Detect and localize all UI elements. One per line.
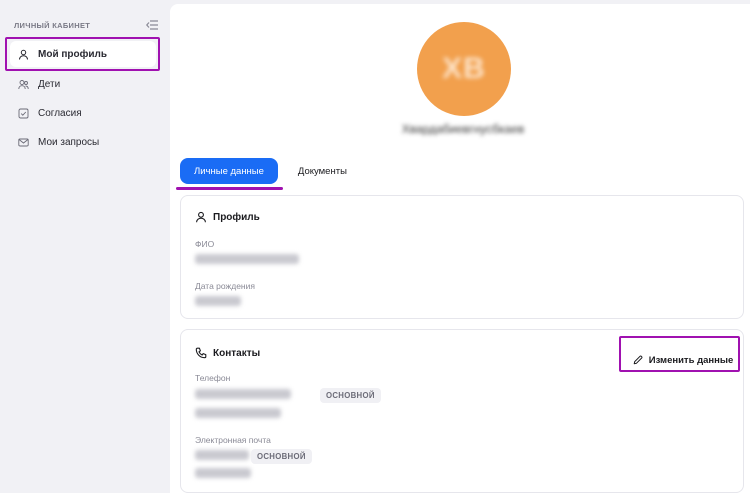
birthdate-label: Дата рождения <box>195 281 255 291</box>
tab-personal-data[interactable]: Личные данные <box>180 158 278 184</box>
main-content: ХВ Хвардабиевгнусбкаев Личные данные Док… <box>170 4 750 493</box>
sidebar-header: ЛИЧНЫЙ КАБИНЕТ <box>14 19 158 31</box>
primary-badge: ОСНОВНОЙ <box>320 388 381 403</box>
tab-active-underline <box>176 187 283 190</box>
checkbox-icon <box>18 108 29 119</box>
pencil-icon <box>633 355 643 365</box>
primary-badge: ОСНОВНОЙ <box>251 449 312 464</box>
sidebar-item-my-profile[interactable]: Мой профиль <box>10 41 156 67</box>
edit-data-label: Изменить данные <box>648 354 734 366</box>
user-name-text: Хвардабиевгнусбкаев <box>401 122 525 136</box>
email-value-1 <box>195 450 249 460</box>
fio-label: ФИО <box>195 239 215 249</box>
contacts-card-title-text: Контакты <box>213 347 261 359</box>
users-icon <box>18 79 29 90</box>
contacts-card-title: Контакты <box>195 347 260 359</box>
phone-icon <box>195 347 207 359</box>
profile-card: Профиль ФИО Дата рождения <box>180 195 744 319</box>
mail-icon <box>18 137 29 148</box>
sidebar-item-label: Мой профиль <box>38 48 108 60</box>
phone-value-1 <box>195 389 291 399</box>
sidebar-item-requests[interactable]: Мои запросы <box>10 129 156 155</box>
sidebar-item-label: Дети <box>38 78 61 90</box>
sidebar: ЛИЧНЫЙ КАБИНЕТ Мой профиль Дети Согласия <box>0 0 168 493</box>
tab-documents[interactable]: Документы <box>284 158 361 184</box>
user-name: Хвардабиевгнусбкаев <box>375 122 551 136</box>
fio-value <box>195 254 299 264</box>
birthdate-value <box>195 296 241 306</box>
sidebar-item-consents[interactable]: Согласия <box>10 100 156 126</box>
edit-data-button[interactable]: Изменить данные <box>630 347 736 373</box>
avatar: ХВ <box>417 22 511 116</box>
phone-value-2 <box>195 408 281 418</box>
sidebar-title: ЛИЧНЫЙ КАБИНЕТ <box>14 20 91 30</box>
profile-card-title: Профиль <box>195 211 260 223</box>
profile-card-title-text: Профиль <box>213 211 260 223</box>
phone-label: Телефон <box>195 373 231 383</box>
email-value-2 <box>195 468 251 478</box>
contacts-card: Контакты Телефон ОСНОВНОЙ Электронная по… <box>180 329 744 493</box>
avatar-initials: ХВ <box>442 52 486 85</box>
sidebar-item-label: Согласия <box>38 107 82 119</box>
user-icon <box>18 49 29 60</box>
user-icon <box>195 211 207 223</box>
sidebar-item-children[interactable]: Дети <box>10 71 156 97</box>
app-root: ЛИЧНЫЙ КАБИНЕТ Мой профиль Дети Согласия <box>0 0 750 493</box>
sidebar-item-label: Мои запросы <box>38 136 100 148</box>
email-label: Электронная почта <box>195 435 271 445</box>
tabs: Личные данные Документы <box>180 158 361 184</box>
collapse-menu-icon[interactable] <box>146 20 158 30</box>
